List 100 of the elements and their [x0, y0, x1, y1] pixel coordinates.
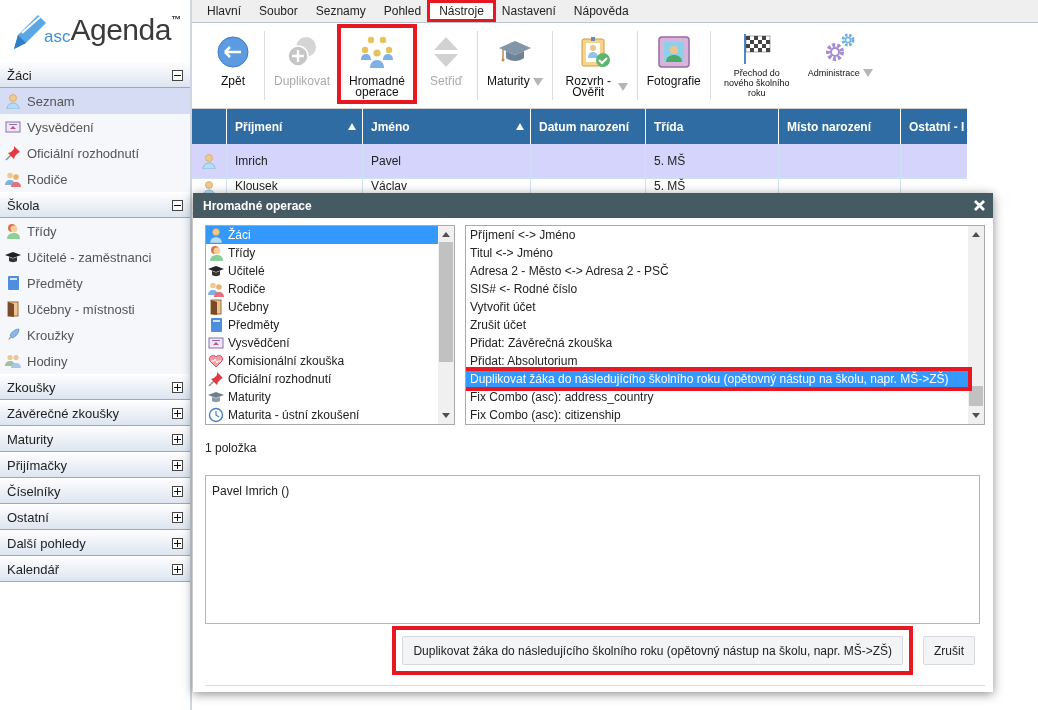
operation-list[interactable]	[465, 225, 985, 425]
selection-text-area[interactable]: Pavel Imrich ()	[205, 475, 980, 624]
sidebar-item[interactable]: Hodiny	[0, 348, 190, 374]
expand-icon[interactable]	[172, 407, 183, 419]
category-item[interactable]: Předměty	[206, 316, 438, 334]
clipboard-check-icon	[578, 36, 611, 68]
menu-tab[interactable]: Soubor	[250, 3, 307, 19]
certificate-icon	[5, 119, 21, 135]
operation-item[interactable]: Adresa 2 - Město <-> Adresa 2 - PSČ	[466, 262, 968, 280]
operation-item[interactable]: Titul <-> Jméno	[466, 244, 968, 262]
category-item[interactable]: Učebny	[206, 298, 438, 316]
expand-icon[interactable]	[172, 433, 183, 445]
sort-ascending-icon	[348, 123, 356, 130]
toolbar-button[interactable]: Fotografie	[643, 28, 704, 100]
operation-item[interactable]: Fix Combo (asc): citizenship	[466, 406, 968, 424]
section-title: Zkoušky	[7, 379, 56, 395]
category-item[interactable]: Maturity	[206, 388, 438, 406]
duplicate-icon	[286, 36, 318, 68]
expand-icon[interactable]	[172, 459, 183, 471]
sidebar-item[interactable]: Učitelé - zaměstnanci	[0, 244, 190, 270]
dialog-button[interactable]: Zrušit	[923, 636, 975, 665]
section-title: Ostatní	[7, 509, 49, 525]
operation-item[interactable]: Příjmení <-> Jméno	[466, 226, 968, 244]
category-item[interactable]: Maturita - ústní zkoušení	[206, 406, 438, 424]
expand-icon[interactable]	[172, 537, 183, 549]
graduation-cap-icon	[208, 389, 224, 405]
expand-icon[interactable]	[172, 485, 183, 497]
person-icon	[208, 227, 224, 243]
toolbar-button[interactable]: Hromadné operace	[341, 28, 414, 100]
toolbar-button[interactable]: Rozvrh - Ověřit	[558, 28, 631, 100]
sidebar-section-header[interactable]: Ostatní	[0, 504, 190, 530]
operation-item[interactable]: Fix Combo (asc): address_country	[466, 388, 968, 406]
operation-item[interactable]: SIS# <- Rodné číslo	[466, 280, 968, 298]
collapse-icon[interactable]	[172, 69, 183, 81]
toolbar-button[interactable]: Administrace	[804, 28, 876, 100]
section-title: Maturity	[7, 431, 54, 447]
operation-item[interactable]: Přidat: Závěrečná zkouška	[466, 334, 968, 352]
category-item[interactable]: Vysvědčení	[206, 334, 438, 352]
gears-icon	[824, 32, 857, 64]
sidebar-section-header[interactable]: Další pohledy	[0, 530, 190, 556]
sidebar-section-header[interactable]: Číselníky	[0, 478, 190, 504]
people-icon	[5, 353, 21, 369]
sidebar-section-header[interactable]: Žáci	[0, 62, 190, 88]
logo-text: asc	[44, 27, 71, 47]
operation-item[interactable]: Přidat: Absolutorium	[466, 352, 968, 370]
toolbar-button[interactable]: Zpět	[208, 28, 258, 100]
table-row[interactable]: Imrich Pavel 5. MŠ	[192, 144, 967, 179]
sidebar-item[interactable]: Třídy	[0, 218, 190, 244]
operation-item[interactable]: Zrušit účet	[466, 316, 968, 334]
category-item[interactable]: Rodiče	[206, 280, 438, 298]
sidebar-section-header[interactable]: Přijímačky	[0, 452, 190, 478]
dropdown-caret-icon	[532, 77, 543, 86]
menu-tab[interactable]: Nastavení	[492, 3, 565, 19]
sidebar-item[interactable]: Oficiální rozhodnutí	[0, 140, 190, 166]
sidebar-section-header[interactable]: Škola	[0, 192, 190, 218]
expand-icon[interactable]	[172, 563, 183, 575]
expand-icon[interactable]	[172, 511, 183, 523]
sidebar-item[interactable]: Předměty	[0, 270, 190, 296]
toolbar-button[interactable]: Přechod do nového školního roku	[716, 28, 797, 100]
dropdown-caret-icon	[862, 69, 873, 77]
menu-tab[interactable]: Nápověda	[564, 3, 638, 19]
section-title: Další pohledy	[7, 535, 86, 551]
graduation-cap-icon	[5, 249, 21, 265]
sidebar-item[interactable]: Rodiče	[0, 166, 190, 192]
menu-tab[interactable]: Nástroje	[430, 3, 493, 19]
logo-text: Agenda	[70, 13, 171, 47]
scrollbar[interactable]	[968, 226, 984, 424]
person-icon	[5, 223, 21, 239]
pushpin-icon	[5, 145, 21, 161]
sidebar-section-header[interactable]: Kalendář	[0, 556, 190, 582]
sidebar-item[interactable]: Kroužky	[0, 322, 190, 348]
category-list[interactable]: Žáci Třídy Učitelé Rodiče Učebny Předměty Vysvědčení Komisionální zkouška Oficiální rozhodnutí Maturity Maturita - ústní zkoušení	[205, 225, 455, 425]
sidebar-section-header[interactable]: Maturity	[0, 426, 190, 452]
sidebar-item[interactable]: Vysvědčení	[0, 114, 190, 140]
expand-icon[interactable]	[172, 381, 183, 393]
sidebar-item[interactable]: Učebny - místnosti	[0, 296, 190, 322]
section-title: Závěrečné zkoušky	[7, 405, 119, 421]
people-icon	[208, 281, 224, 297]
trademark-sign: ™	[170, 14, 181, 25]
category-item[interactable]: Oficiální rozhodnutí	[206, 370, 438, 388]
operation-item[interactable]: Vytvořit účet	[466, 298, 968, 316]
sidebar-section-header[interactable]: Zkoušky	[0, 374, 190, 400]
category-item[interactable]: Učitelé	[206, 262, 438, 280]
section-title: Škola	[7, 197, 40, 213]
close-icon	[974, 200, 985, 211]
menu-tab[interactable]: Hlavní	[198, 3, 250, 19]
sidebar-item[interactable]: Seznam	[0, 88, 190, 114]
category-item[interactable]: Komisionální zkouška	[206, 352, 438, 370]
dialog-button[interactable]: Duplikovat žáka do následujícího školního roku (opětovný nástup na školu, napr. MŠ->ZŠ)	[402, 636, 903, 665]
section-title: Číselníky	[7, 483, 61, 499]
scrollbar[interactable]	[438, 226, 454, 424]
sort-ascending-icon	[516, 123, 524, 130]
certificate-icon	[208, 335, 224, 351]
category-item[interactable]: Třídy	[206, 244, 438, 262]
sidebar-section-header[interactable]: Závěrečné zkoušky	[0, 400, 190, 426]
menu-tab[interactable]: Pohled	[374, 3, 431, 19]
people-group-icon	[361, 36, 394, 68]
collapse-icon[interactable]	[172, 199, 183, 211]
toolbar-button[interactable]: Maturity	[484, 28, 546, 100]
menu-tab[interactable]: Seznamy	[306, 3, 375, 19]
